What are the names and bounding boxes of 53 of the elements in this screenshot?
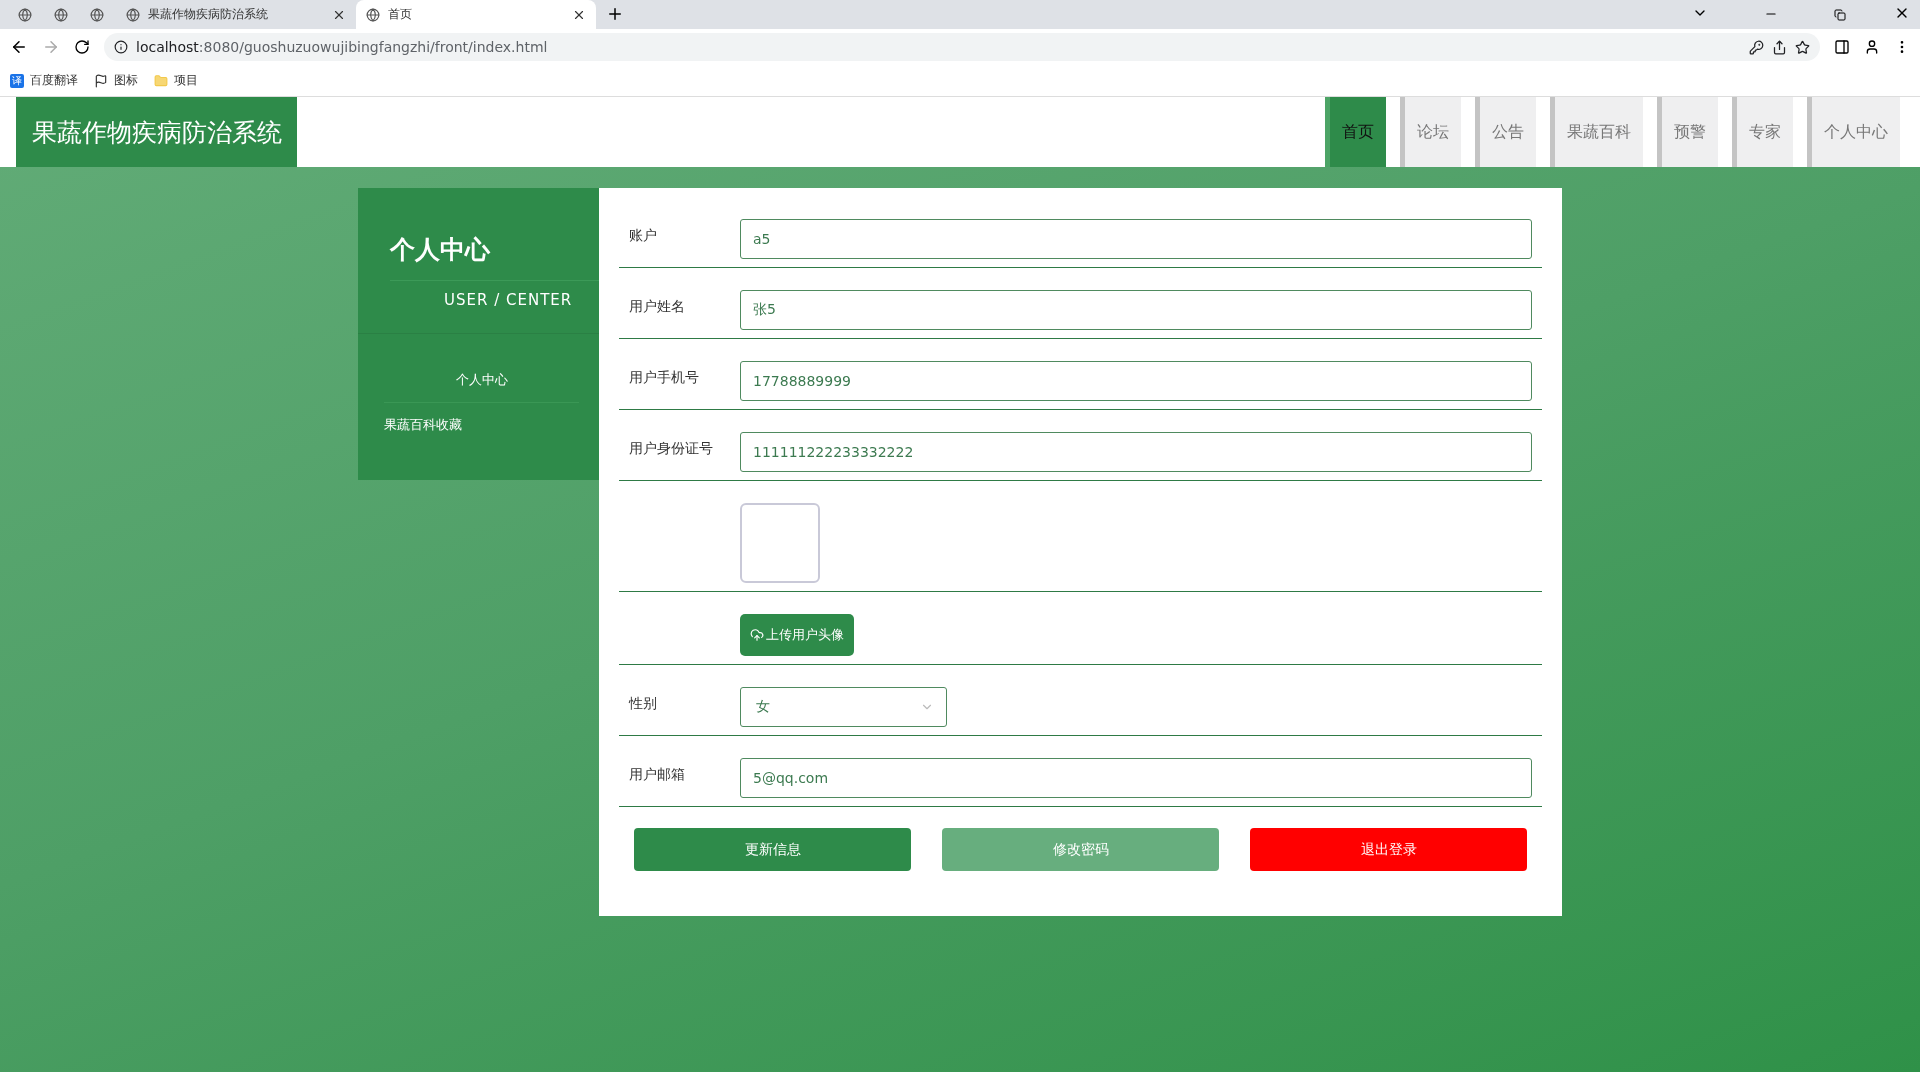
globe-icon (18, 7, 32, 22)
nav-item[interactable]: 公告 (1475, 97, 1536, 167)
share-icon[interactable] (1772, 39, 1787, 55)
select-field[interactable]: 女 (740, 687, 947, 727)
action-button[interactable]: 更新信息 (634, 828, 911, 871)
field-label: 用户身份证号 (628, 439, 714, 458)
profile-icon[interactable] (1864, 39, 1880, 55)
reload-icon[interactable] (74, 39, 90, 55)
globe-icon (366, 7, 380, 22)
nav-item[interactable]: 果蔬百科 (1550, 97, 1643, 167)
nav-item[interactable]: 论坛 (1400, 97, 1461, 167)
sidebar-item[interactable]: 个人中心 (384, 358, 579, 403)
nav-item[interactable]: 专家 (1732, 97, 1793, 167)
browser-tab[interactable]: 果蔬作物疾病防治系统 (116, 0, 356, 29)
action-button[interactable]: 退出登录 (1250, 828, 1527, 871)
folder-icon (154, 73, 168, 88)
field-label: 用户邮箱 (628, 765, 686, 784)
restore-icon[interactable] (1834, 9, 1846, 21)
field-label: 用户姓名 (628, 297, 686, 316)
new-tab-icon[interactable] (606, 5, 624, 23)
nav-item[interactable]: 首页 (1325, 97, 1386, 167)
address-bar[interactable]: localhost:8080/guoshuzuowujibingfangzhi/front/index.html (104, 33, 1820, 61)
input-field[interactable]: 5@qq.com (740, 758, 1532, 798)
input-field[interactable]: 111111222233332222 (740, 432, 1532, 472)
input-field[interactable]: 17788889999 (740, 361, 1532, 401)
back-icon[interactable] (10, 38, 28, 56)
field-label: 用户手机号 (628, 368, 700, 387)
bookmark-item[interactable]: 项目 (154, 72, 198, 89)
field-label: 性别 (627, 694, 658, 713)
side-panel-icon[interactable] (1834, 39, 1850, 55)
input-field[interactable]: a5 (740, 219, 1532, 259)
sidebar-subtitle: USER / CENTER (444, 291, 574, 309)
globe-icon (54, 7, 68, 22)
action-button[interactable]: 修改密码 (942, 828, 1219, 871)
input-field[interactable]: 张5 (740, 290, 1532, 330)
browser-tab[interactable]: 首页 (356, 0, 596, 29)
sidebar-item[interactable]: 果蔬百科收藏 (384, 403, 579, 447)
cloud-upload-icon (750, 628, 764, 642)
flag-icon (94, 73, 108, 88)
bookmark-item[interactable]: 图标 (94, 72, 138, 89)
key-icon[interactable] (1749, 39, 1764, 55)
url-text: localhost:8080/guoshuzuowujibingfangzhi/front/index.html (136, 39, 548, 55)
globe-icon (126, 7, 140, 22)
star-icon[interactable] (1795, 39, 1810, 55)
translate-icon: 译 (10, 73, 24, 88)
nav-item[interactable]: 个人中心 (1807, 97, 1900, 167)
globe-icon (90, 7, 104, 22)
site-title: 果蔬作物疾病防治系统 (16, 97, 297, 167)
bookmark-item[interactable]: 译 百度翻译 (10, 72, 78, 89)
field-label: 账户 (628, 226, 658, 245)
nav-item[interactable]: 预警 (1657, 97, 1718, 167)
upload-button[interactable]: 上传用户头像 (740, 614, 854, 656)
info-icon (114, 40, 128, 54)
